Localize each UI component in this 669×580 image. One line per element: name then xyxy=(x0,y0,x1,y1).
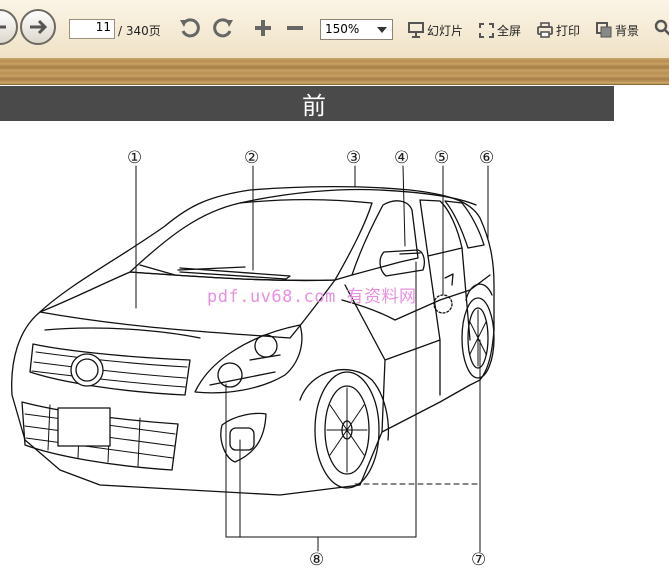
windshield xyxy=(129,198,373,282)
callout-5: ⑤ xyxy=(434,148,450,168)
rear-door-edge xyxy=(427,247,471,341)
roof-line xyxy=(239,188,477,206)
forward-icon xyxy=(30,19,48,35)
fullscreen-label: 全屏 xyxy=(497,23,522,38)
zoom-level-select[interactable]: 150% xyxy=(320,19,393,40)
search-icon xyxy=(654,19,669,36)
page-total-label: / 340页 xyxy=(118,24,161,38)
forward-button[interactable] xyxy=(20,9,56,45)
fuel-door xyxy=(433,294,453,314)
page-header-title: 前 xyxy=(302,92,326,120)
rotate-right-icon xyxy=(213,18,233,38)
license-plate xyxy=(57,407,111,447)
page-header-banner: 前 xyxy=(0,86,614,121)
wiper-right xyxy=(179,267,291,280)
front-wheel-arch xyxy=(299,368,390,441)
background-icon xyxy=(596,22,612,38)
zoom-in-button[interactable] xyxy=(250,15,276,41)
front-door-window xyxy=(351,200,419,276)
print-button[interactable]: 打印 xyxy=(537,21,580,39)
callout-1: ① xyxy=(127,148,143,168)
callout-7: ⑦ xyxy=(471,550,487,570)
car-front-illustration xyxy=(11,165,495,553)
rotate-right-button[interactable] xyxy=(210,15,236,41)
quarter-window xyxy=(444,200,485,249)
zoom-in-icon xyxy=(255,20,271,36)
slideshow-label: 幻灯片 xyxy=(427,23,464,38)
upper-grille xyxy=(29,343,191,396)
zoom-out-icon xyxy=(287,26,303,30)
rear-door-window xyxy=(419,199,463,257)
background-button[interactable]: 背景 xyxy=(596,21,639,39)
back-icon xyxy=(0,23,6,31)
fullscreen-button[interactable]: 全屏 xyxy=(479,21,521,39)
zoom-out-button[interactable] xyxy=(282,15,308,41)
search-button[interactable] xyxy=(650,15,669,41)
rotate-left-icon xyxy=(180,18,200,38)
callout-2: ② xyxy=(244,148,260,168)
slideshow-icon xyxy=(408,22,424,38)
print-icon xyxy=(537,22,553,38)
callout-8: ⑧ xyxy=(309,550,325,570)
callout-6: ⑥ xyxy=(479,148,495,168)
page-number-input[interactable]: 11 xyxy=(69,19,115,39)
watermark-text: pdf.uv68.com 有资料网 xyxy=(207,287,417,307)
back-button[interactable] xyxy=(0,9,18,45)
fog-light xyxy=(220,412,267,463)
zoom-level-value: 150% xyxy=(325,22,360,36)
fullscreen-icon xyxy=(479,22,494,38)
print-label: 打印 xyxy=(556,23,581,38)
toolbar-decorative-bar xyxy=(0,58,669,85)
background-label: 背景 xyxy=(615,23,640,38)
callout-4: ④ xyxy=(394,148,410,168)
slideshow-button[interactable]: 幻灯片 xyxy=(408,21,463,39)
rotate-left-button[interactable] xyxy=(177,15,203,41)
pdf-viewer-toolbar: 11 / 340页 150% 幻灯片 全屏 打印 背景 xyxy=(0,0,669,59)
chevron-down-icon xyxy=(377,27,387,33)
callout-3: ③ xyxy=(346,148,362,168)
